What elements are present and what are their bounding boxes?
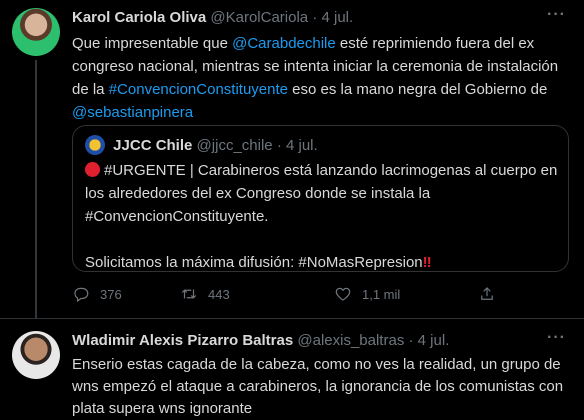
reply-button[interactable]: 376 [72, 283, 122, 307]
retweet-button[interactable]: 443 [180, 283, 230, 307]
tweet-actions: 376 443 1,1 mil [72, 283, 502, 307]
tweet-date[interactable]: 4 jul. [418, 332, 450, 349]
text-segment: Enserio estas cagada de la cabeza, como … [72, 356, 561, 373]
retweet-count: 443 [208, 287, 230, 302]
text-segment: #ConvencionConstituyente. [85, 208, 269, 225]
like-button[interactable]: 1,1 mil [334, 283, 400, 307]
quote-text: #URGENTE | Carabineros está lanzando lac… [85, 159, 560, 274]
avatar[interactable] [12, 8, 60, 56]
text-segment: Que impresentable que [72, 35, 233, 52]
reply-count: 376 [100, 287, 122, 302]
tweet-text: Enserio estas cagada de la cabeza, como … [72, 354, 572, 420]
share-button[interactable] [478, 283, 496, 307]
tweet-wladimir[interactable]: Wladimir Alexis Pizarro Baltras @alexis_… [0, 318, 584, 417]
text-segment: de la [72, 81, 109, 98]
author-name[interactable]: Wladimir Alexis Pizarro Baltras [72, 332, 293, 349]
tweet-date[interactable]: 4 jul. [322, 9, 354, 26]
double-exclamation-emoji-icon: ‼ [422, 254, 432, 271]
tweet-text: Que impresentable que @Carabdechile esté… [72, 32, 572, 124]
share-icon [481, 287, 493, 300]
like-count: 1,1 mil [362, 287, 401, 302]
quote-avatar [85, 135, 105, 155]
text-segment: eso es la mano negra del Gobierno de [288, 81, 548, 98]
avatar[interactable] [12, 331, 60, 379]
tweet-header: Wladimir Alexis Pizarro Baltras @alexis_… [72, 331, 449, 351]
more-options-icon[interactable]: ··· [547, 329, 566, 347]
separator-dot: · [312, 9, 318, 26]
text-segment: esté reprimiendo fuera del ex [335, 35, 535, 52]
quote-author-name: JJCC Chile [113, 137, 193, 154]
mention-link[interactable]: @sebastianpinera [72, 104, 193, 121]
reply-icon [74, 287, 89, 303]
text-segment: Solicitamos la máxima difusión: #NoMasRe… [85, 254, 423, 271]
more-options-icon[interactable]: ··· [547, 6, 566, 24]
hashtag-link[interactable]: #ConvencionConstituyente [109, 81, 288, 98]
author-handle[interactable]: @alexis_baltras [297, 332, 404, 349]
tweet-karol[interactable]: Karol Cariola Oliva @KarolCariola · 4 ju… [0, 0, 584, 318]
text-segment: los alrededores del ex Congreso donde se… [85, 185, 431, 202]
text-segment: plata supera wns ignorante [72, 400, 253, 417]
text-segment: #URGENTE | Carabineros está lanzando lac… [104, 162, 558, 179]
author-name[interactable]: Karol Cariola Oliva [72, 9, 206, 26]
red-circle-emoji-icon [85, 162, 100, 177]
thread-connector [35, 60, 37, 318]
quoted-tweet[interactable]: JJCC Chile @jjcc_chile · 4 jul. #URGENTE… [72, 125, 569, 272]
mention-link[interactable]: @Carabdechile [232, 35, 336, 52]
author-handle[interactable]: @KarolCariola [210, 9, 308, 26]
text-segment: wns empezó el ataque a carabineros, la i… [72, 378, 564, 395]
separator-dot: · [408, 332, 414, 349]
text-segment: congreso nacional, mientras se intenta i… [72, 58, 559, 75]
quote-header: JJCC Chile @jjcc_chile · 4 jul. [85, 135, 318, 155]
quote-date: 4 jul. [285, 137, 318, 154]
tweet-header: Karol Cariola Oliva @KarolCariola · 4 ju… [72, 8, 353, 28]
separator-dot: · [276, 137, 282, 154]
retweet-icon [181, 289, 197, 299]
quote-author-handle: @jjcc_chile [196, 137, 273, 154]
heart-icon [335, 287, 351, 301]
